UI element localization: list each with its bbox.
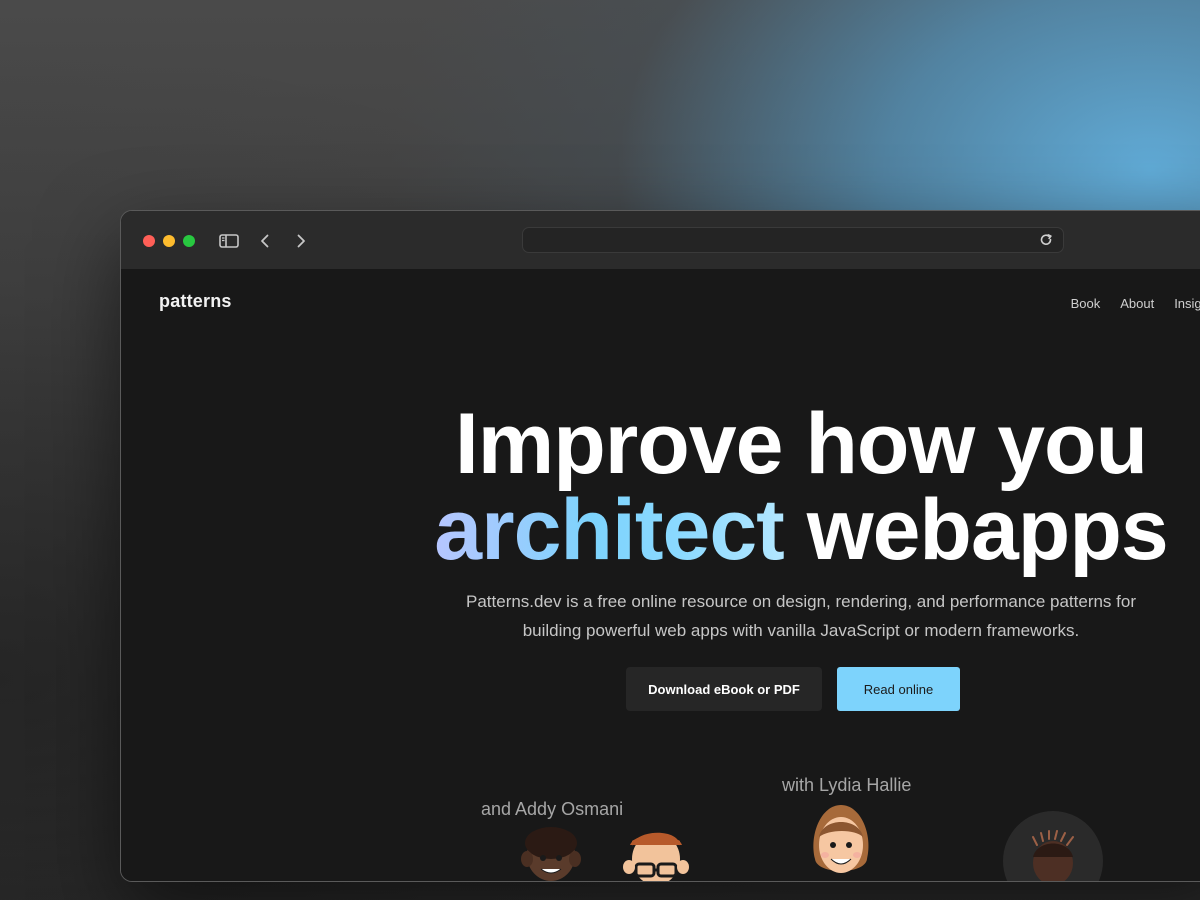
- maximize-window-button[interactable]: [183, 235, 195, 247]
- web-page: patterns Book About Insights Improve how…: [121, 269, 1200, 881]
- nav-link-about[interactable]: About: [1120, 297, 1154, 310]
- hero-actions: Download eBook or PDF Read online: [626, 667, 960, 711]
- read-online-button[interactable]: Read online: [837, 667, 960, 711]
- nav-link-book[interactable]: Book: [1071, 297, 1101, 310]
- nav-link-insights[interactable]: Insights: [1174, 297, 1200, 310]
- hero-title-accent: architect: [434, 482, 784, 578]
- window-controls: [143, 235, 195, 247]
- credit-addy: and Addy Osmani: [481, 799, 624, 819]
- hero-title: Improve how you architect webapps: [411, 401, 1191, 573]
- site-logo[interactable]: patterns: [159, 291, 232, 312]
- minimize-window-button[interactable]: [163, 235, 175, 247]
- avatar-addy-1: [517, 821, 585, 881]
- credit-lydia: with Lydia Hallie: [782, 775, 912, 795]
- hero-title-line-2-rest: webapps: [806, 482, 1169, 578]
- address-bar[interactable]: [522, 227, 1064, 253]
- avatar-addy-2: [621, 821, 691, 881]
- hero-subtitle-line-2: building powerful web apps with vanilla …: [522, 621, 1080, 640]
- hero-title-line-1: Improve how you: [454, 396, 1148, 492]
- sidebar-toggle-icon[interactable]: [217, 229, 241, 253]
- chevron-left-icon[interactable]: [253, 229, 277, 253]
- avatar-circle: [1003, 811, 1103, 881]
- avatar-lydia: [805, 799, 877, 881]
- top-navigation: Book About Insights: [1071, 297, 1200, 310]
- browser-window: patterns Book About Insights Improve how…: [120, 210, 1200, 882]
- hero-subtitle: Patterns.dev is a free online resource o…: [436, 587, 1166, 645]
- browser-titlebar: [121, 211, 1200, 270]
- hero-subtitle-line-1: Patterns.dev is a free online resource o…: [466, 592, 1136, 611]
- reload-icon[interactable]: [1037, 231, 1055, 249]
- close-window-button[interactable]: [143, 235, 155, 247]
- chevron-right-icon[interactable]: [289, 229, 313, 253]
- download-ebook-button[interactable]: Download eBook or PDF: [626, 667, 822, 711]
